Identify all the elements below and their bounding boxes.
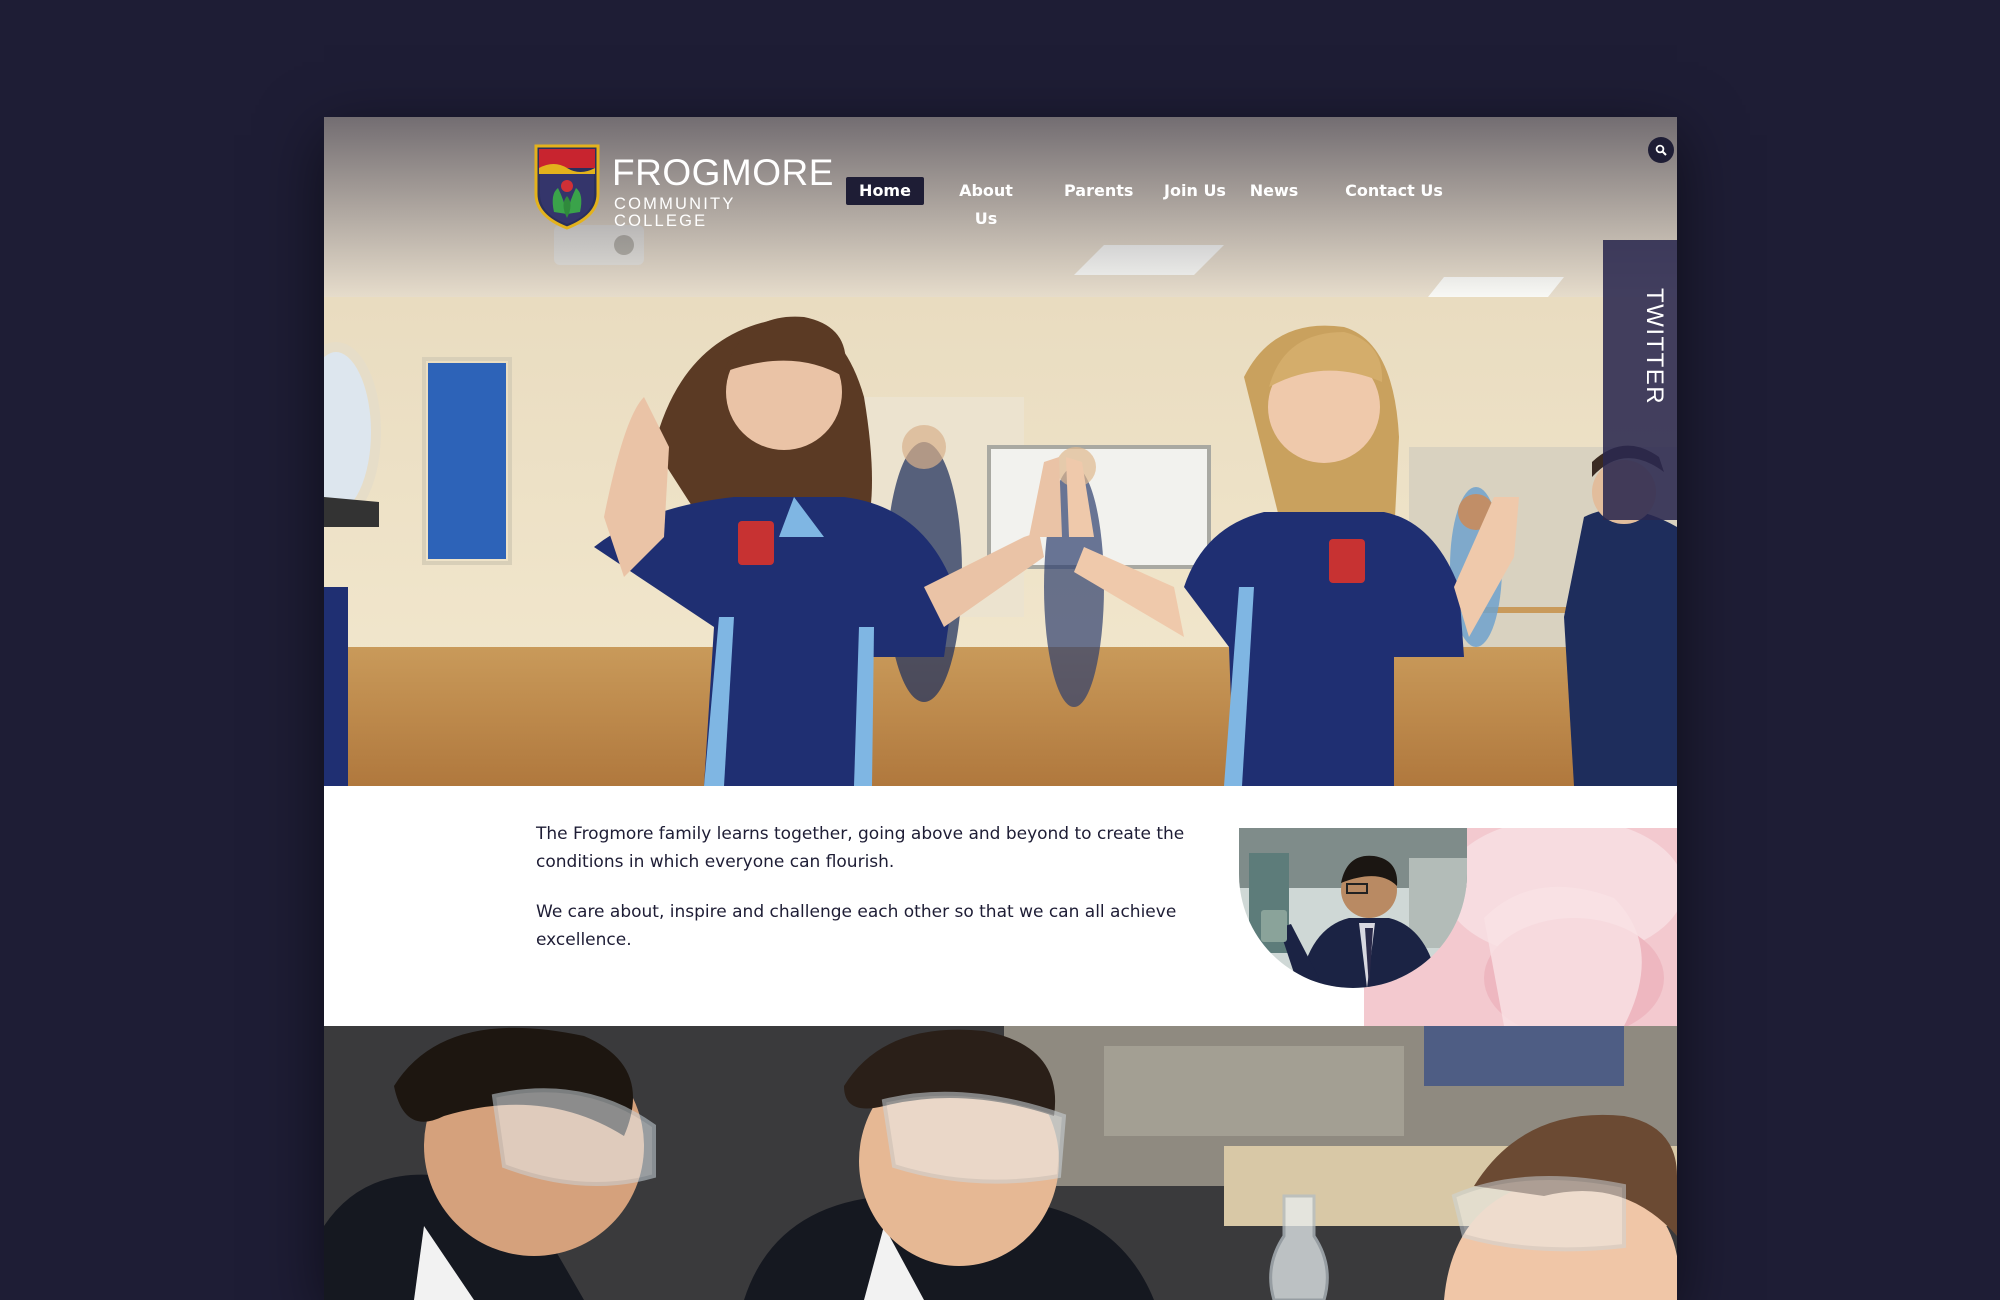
twitter-side-tab[interactable]: TWITTER	[1603, 240, 1677, 520]
intro-section: The Frogmore family learns together, goi…	[324, 786, 1677, 1038]
nav-contact-us[interactable]: Contact Us	[1344, 177, 1444, 205]
main-navigation: Home About Us Parents Join Us News Conta…	[324, 177, 1677, 228]
twitter-tab-label: TWITTER	[1641, 288, 1668, 406]
nav-parents[interactable]: Parents	[1064, 177, 1133, 205]
search-icon	[1655, 144, 1667, 156]
website-page: FROGMORE COMMUNITY COLLEGE EN Home About…	[324, 117, 1677, 1300]
intro-paragraph: We care about, inspire and challenge eac…	[536, 902, 1177, 950]
hero-top-shade	[324, 117, 1677, 297]
nav-news[interactable]: News	[1248, 177, 1300, 205]
intro-text: The Frogmore family learns together, goi…	[536, 820, 1196, 976]
nav-home[interactable]: Home	[846, 177, 924, 205]
nav-about-us[interactable]: About Us	[946, 177, 1026, 228]
hero-section: FROGMORE COMMUNITY COLLEGE EN Home About…	[324, 117, 1677, 786]
intro-paragraph: The Frogmore family learns together, goi…	[536, 824, 1185, 872]
nav-join-us[interactable]: Join Us	[1162, 177, 1228, 205]
search-button[interactable]	[1648, 137, 1674, 163]
science-lab-photo	[324, 1026, 1677, 1300]
